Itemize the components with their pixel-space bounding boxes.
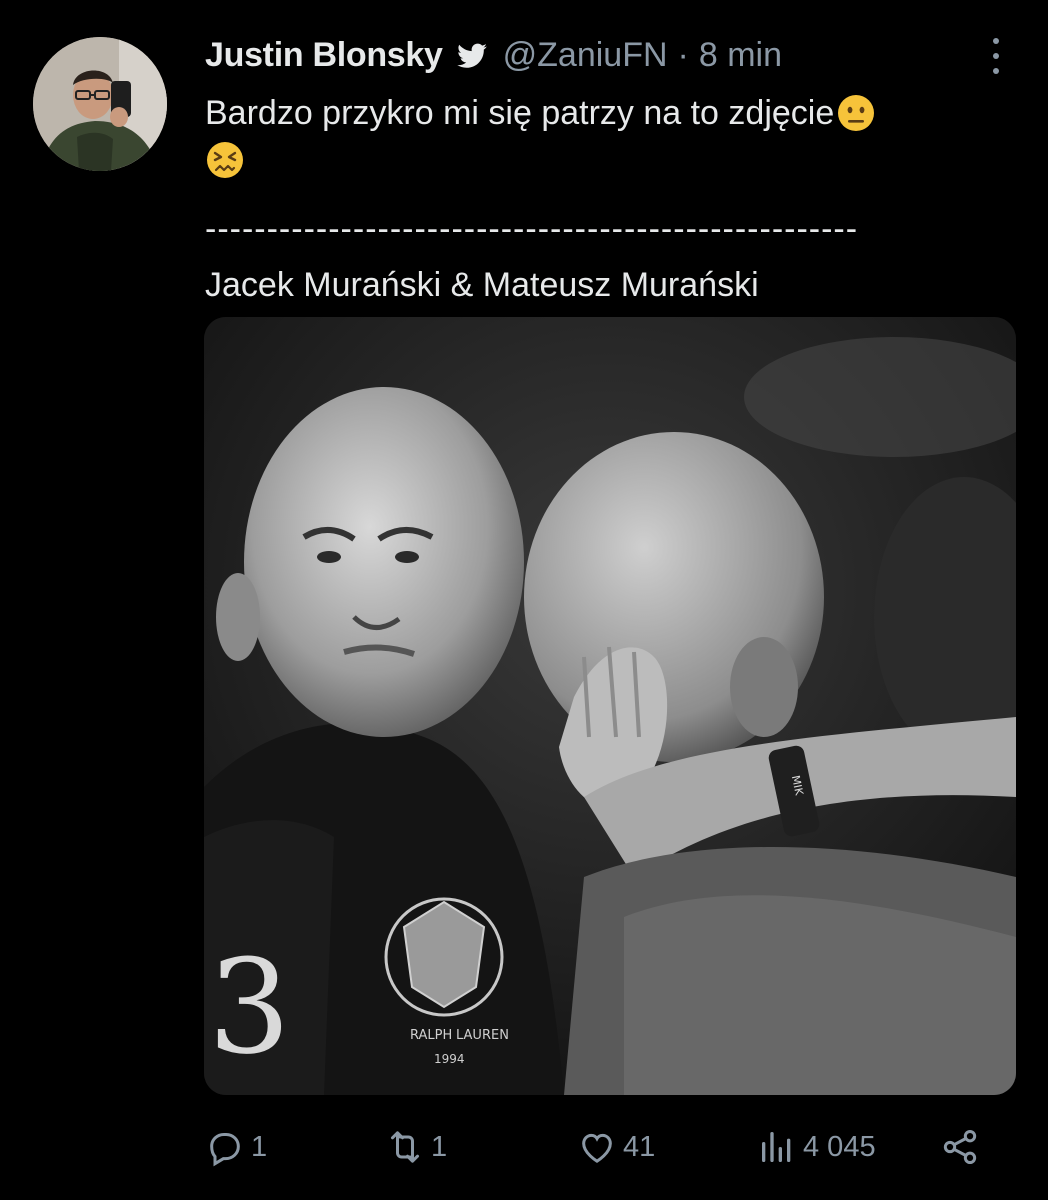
photo-illustration: 3 RALPH LAUREN 1994 MIK: [204, 317, 1016, 1095]
retweet-count: 1: [431, 1130, 448, 1163]
retweet-icon: [391, 1131, 419, 1163]
reply-count: 1: [251, 1130, 268, 1163]
share-icon: [943, 1130, 977, 1164]
text-line-1: Bardzo przykro mi się patrzy na to zdjęc…: [205, 86, 1005, 140]
avatar[interactable]: [33, 37, 167, 171]
like-count: 41: [623, 1130, 656, 1163]
twitter-bird-icon: [455, 38, 489, 72]
tweet-actions: 1 1 41 4 045: [205, 1122, 985, 1172]
author-name[interactable]: Justin Blonsky: [205, 36, 443, 75]
photo-crest-left: RALPH: [410, 1028, 452, 1043]
heart-icon: [582, 1133, 612, 1163]
tweet-timestamp[interactable]: 8 min: [699, 36, 782, 75]
separator-dot: ·: [677, 35, 689, 74]
reply-icon: [210, 1133, 240, 1167]
photo-crest-right: LAUREN: [456, 1028, 509, 1043]
text-divider: ----------------------------------------…: [205, 210, 859, 248]
neutral-face-emoji-icon: [836, 93, 876, 133]
tweet-text-line1: Bardzo przykro mi się patrzy na to zdjęc…: [205, 94, 835, 132]
more-options-icon[interactable]: [986, 38, 1006, 74]
views-chart-icon: [762, 1132, 791, 1162]
tweet[interactable]: Justin Blonsky @ZaniuFN · 8 min Bardzo p…: [0, 0, 1048, 1200]
avatar-photo: [33, 37, 167, 171]
confounded-face-emoji-icon: [205, 140, 245, 180]
tweet-text: Bardzo przykro mi się patrzy na to zdjęc…: [205, 86, 1005, 312]
tweet-header: Justin Blonsky @ZaniuFN · 8 min: [205, 34, 782, 76]
tweet-text-names: Jacek Murański & Mateusz Murański: [205, 266, 759, 304]
author-handle[interactable]: @ZaniuFN: [503, 36, 668, 75]
like-button[interactable]: 41: [577, 1122, 655, 1172]
share-button[interactable]: [940, 1122, 980, 1172]
tweet-photo[interactable]: 3 RALPH LAUREN 1994 MIK: [204, 317, 1016, 1095]
photo-shirt-number: 3: [208, 931, 291, 1083]
text-line-2: [205, 140, 1005, 180]
photo-crest-year: 1994: [434, 1052, 465, 1066]
views-button[interactable]: 4 045: [757, 1122, 876, 1172]
reply-button[interactable]: 1: [205, 1122, 267, 1172]
retweet-button[interactable]: 1: [385, 1122, 447, 1172]
views-count: 4 045: [803, 1130, 876, 1163]
